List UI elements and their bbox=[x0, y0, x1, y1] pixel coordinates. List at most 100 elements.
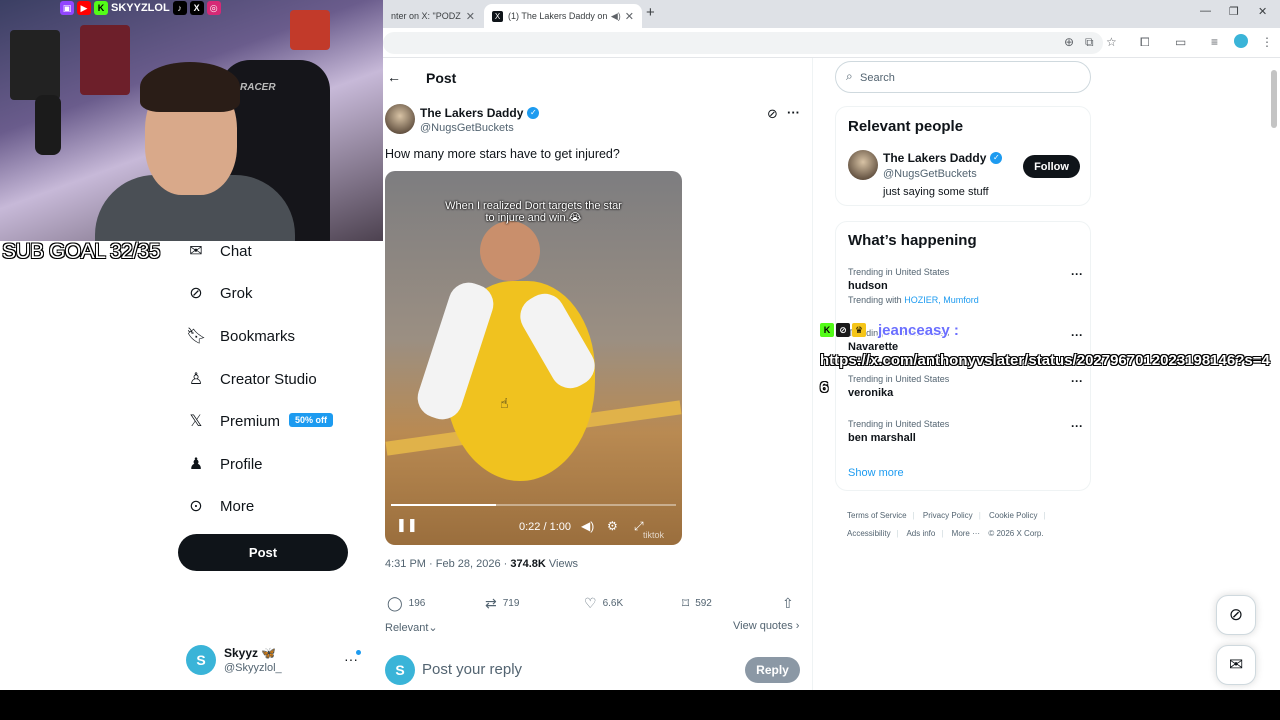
extensions-icon[interactable]: ⧠ bbox=[1140, 35, 1150, 50]
footer-separator: | bbox=[978, 511, 981, 520]
player-head bbox=[480, 221, 540, 281]
follow-button[interactable]: Follow bbox=[1023, 155, 1080, 178]
grok-icon[interactable]: ⊘ bbox=[767, 106, 778, 122]
more-icon[interactable]: ··· bbox=[1071, 419, 1083, 433]
account-name: Skyyz 🦋 bbox=[224, 646, 277, 660]
nav-label: Creator Studio bbox=[220, 370, 317, 388]
new-tab-button[interactable]: + bbox=[646, 4, 655, 21]
avatar: S bbox=[385, 655, 415, 685]
browser-tab-active[interactable]: X (1) The Lakers Daddy on X ◀) ✕ bbox=[484, 4, 642, 28]
chevron-down-icon: ⌄ bbox=[428, 622, 438, 634]
more-icon[interactable]: ··· bbox=[1071, 267, 1083, 281]
reply-icon: ◯ bbox=[387, 595, 403, 611]
nav-item-bookmarks[interactable]: 🔖︎ Bookmarks bbox=[186, 322, 295, 350]
main-column: ← Post The Lakers Daddy ✓ @NugsGetBucket… bbox=[383, 58, 813, 690]
reply-button[interactable]: Reply bbox=[745, 657, 800, 683]
account-switcher[interactable]: S Skyyz 🦋 @Skyyzlol_ ··· bbox=[186, 645, 366, 679]
timestamp[interactable]: 4:31 PM · Feb 28, 2026 · bbox=[385, 558, 510, 570]
nav-item-premium[interactable]: 𝕏 Premium bbox=[186, 407, 280, 435]
nav-label: Profile bbox=[220, 455, 263, 473]
post-meta: 4:31 PM · Feb 28, 2026 · 374.8K Views bbox=[385, 558, 578, 570]
grok-float-button[interactable]: ⊘ bbox=[1216, 595, 1256, 635]
video-progress-bar[interactable] bbox=[391, 504, 676, 506]
poster bbox=[80, 25, 130, 95]
restore-button[interactable]: ❐ bbox=[1229, 5, 1239, 18]
footer-link[interactable]: Accessibility bbox=[847, 529, 891, 538]
mouse-cursor-icon: ☝ bbox=[500, 395, 509, 411]
footer-link[interactable]: Terms of Service bbox=[847, 511, 907, 520]
footer-link[interactable]: More ··· bbox=[952, 529, 980, 538]
close-icon[interactable]: ✕ bbox=[466, 10, 475, 23]
panel-title: Relevant people bbox=[848, 118, 964, 135]
video-player[interactable]: When I realized Dort targets the star to… bbox=[385, 171, 682, 545]
reply-sort-dropdown[interactable]: Relevant⌄ bbox=[385, 621, 438, 634]
menu-icon[interactable]: ⋮ bbox=[1261, 35, 1273, 49]
profile-avatar-icon[interactable] bbox=[1234, 34, 1248, 48]
scrollbar[interactable] bbox=[1271, 70, 1277, 128]
speaker-icon[interactable]: ◀) bbox=[611, 11, 621, 22]
pause-icon[interactable]: ❚❚ bbox=[396, 517, 418, 533]
nav-item-profile[interactable]: ♟ Profile bbox=[186, 450, 263, 478]
x-logo-icon: X bbox=[189, 0, 204, 15]
views-label: Views bbox=[545, 558, 579, 570]
tab-title: nter on X: "PODZ OV bbox=[391, 11, 462, 21]
media-icon[interactable]: ≡ bbox=[1211, 35, 1218, 49]
nav-item-grok[interactable]: ⊘ Grok bbox=[186, 279, 252, 307]
person-handle[interactable]: @NugsGetBuckets bbox=[883, 168, 977, 180]
chat-username: jeanceasy : bbox=[878, 322, 959, 339]
footer-link[interactable]: Ads info bbox=[906, 529, 935, 538]
avatar[interactable] bbox=[385, 104, 415, 134]
youtube-icon: ▶ bbox=[77, 0, 91, 15]
footer-link[interactable]: Privacy Policy bbox=[923, 511, 973, 520]
like-action[interactable]: ♡ 6.6K bbox=[584, 595, 623, 612]
author-handle[interactable]: @NugsGetBuckets bbox=[420, 122, 514, 134]
share-action[interactable]: ⇧ bbox=[782, 595, 794, 612]
search-input[interactable]: ⌕ Search bbox=[835, 61, 1091, 93]
zoom-icon[interactable]: ⊕ bbox=[1064, 35, 1074, 49]
minimize-button[interactable]: — bbox=[1200, 5, 1211, 17]
page-title: Post bbox=[426, 70, 457, 86]
nav-item-chat[interactable]: ✉ Chat bbox=[186, 237, 251, 265]
footer-link[interactable]: Cookie Policy bbox=[989, 511, 1037, 520]
mail-icon: ✉ bbox=[1228, 655, 1244, 674]
nav-label: Bookmarks bbox=[220, 327, 296, 345]
repost-action[interactable]: ⇄ 719 bbox=[485, 595, 519, 612]
cast-icon[interactable]: ▭ bbox=[1175, 35, 1186, 49]
bookmark-icon: 🔖︎ bbox=[186, 328, 207, 345]
footer-separator: | bbox=[912, 511, 915, 520]
nav-item-creator-studio[interactable]: ♙ Creator Studio bbox=[186, 365, 317, 393]
more-icon[interactable]: ··· bbox=[787, 105, 800, 120]
messages-float-button[interactable]: ✉ bbox=[1216, 645, 1256, 685]
trend-item[interactable]: Trending in United States hudson Trendin… bbox=[848, 267, 1083, 305]
copyright: © 2026 X Corp. bbox=[988, 529, 1044, 538]
twitch-icon: ▣ bbox=[60, 0, 74, 15]
address-bar[interactable] bbox=[383, 32, 1103, 54]
volume-icon[interactable]: ◀) bbox=[581, 519, 594, 533]
trend-item[interactable]: Trending in United States ben marshall ·… bbox=[848, 419, 1083, 444]
close-window-button[interactable]: ✕ bbox=[1258, 5, 1267, 18]
star-icon[interactable]: ☆ bbox=[1106, 35, 1117, 49]
nav-item-more[interactable]: ⊙ More bbox=[186, 492, 254, 520]
reply-action[interactable]: ◯ 196 bbox=[387, 595, 425, 612]
poster bbox=[10, 30, 60, 100]
back-arrow-icon[interactable]: ← bbox=[387, 69, 401, 85]
reply-input[interactable]: Post your reply bbox=[422, 661, 522, 678]
install-icon[interactable]: ⧉ bbox=[1085, 35, 1094, 50]
trend-sub-links[interactable]: HOZIER, Mumford bbox=[904, 295, 979, 305]
share-icon: ⇧ bbox=[782, 595, 794, 611]
browser-tab[interactable]: nter on X: "PODZ OV ✕ bbox=[383, 4, 483, 28]
grok-icon: ⊘ bbox=[836, 323, 850, 337]
close-icon[interactable]: ✕ bbox=[625, 10, 634, 23]
bookmark-action[interactable]: ⌑ 592 bbox=[682, 595, 712, 612]
view-quotes-link[interactable]: View quotes › bbox=[733, 620, 799, 632]
settings-icon[interactable]: ⚙ bbox=[607, 519, 618, 533]
post-button[interactable]: Post bbox=[178, 534, 348, 571]
streamer-hair bbox=[140, 62, 240, 112]
show-more-link[interactable]: Show more bbox=[848, 467, 904, 479]
avatar[interactable] bbox=[848, 150, 878, 180]
author-name[interactable]: The Lakers Daddy ✓ bbox=[420, 106, 540, 120]
video-progress-fill bbox=[391, 504, 496, 506]
avatar: S bbox=[186, 645, 216, 675]
person-name[interactable]: The Lakers Daddy ✓ bbox=[883, 151, 1003, 165]
creator-icon: ♙ bbox=[188, 371, 204, 388]
